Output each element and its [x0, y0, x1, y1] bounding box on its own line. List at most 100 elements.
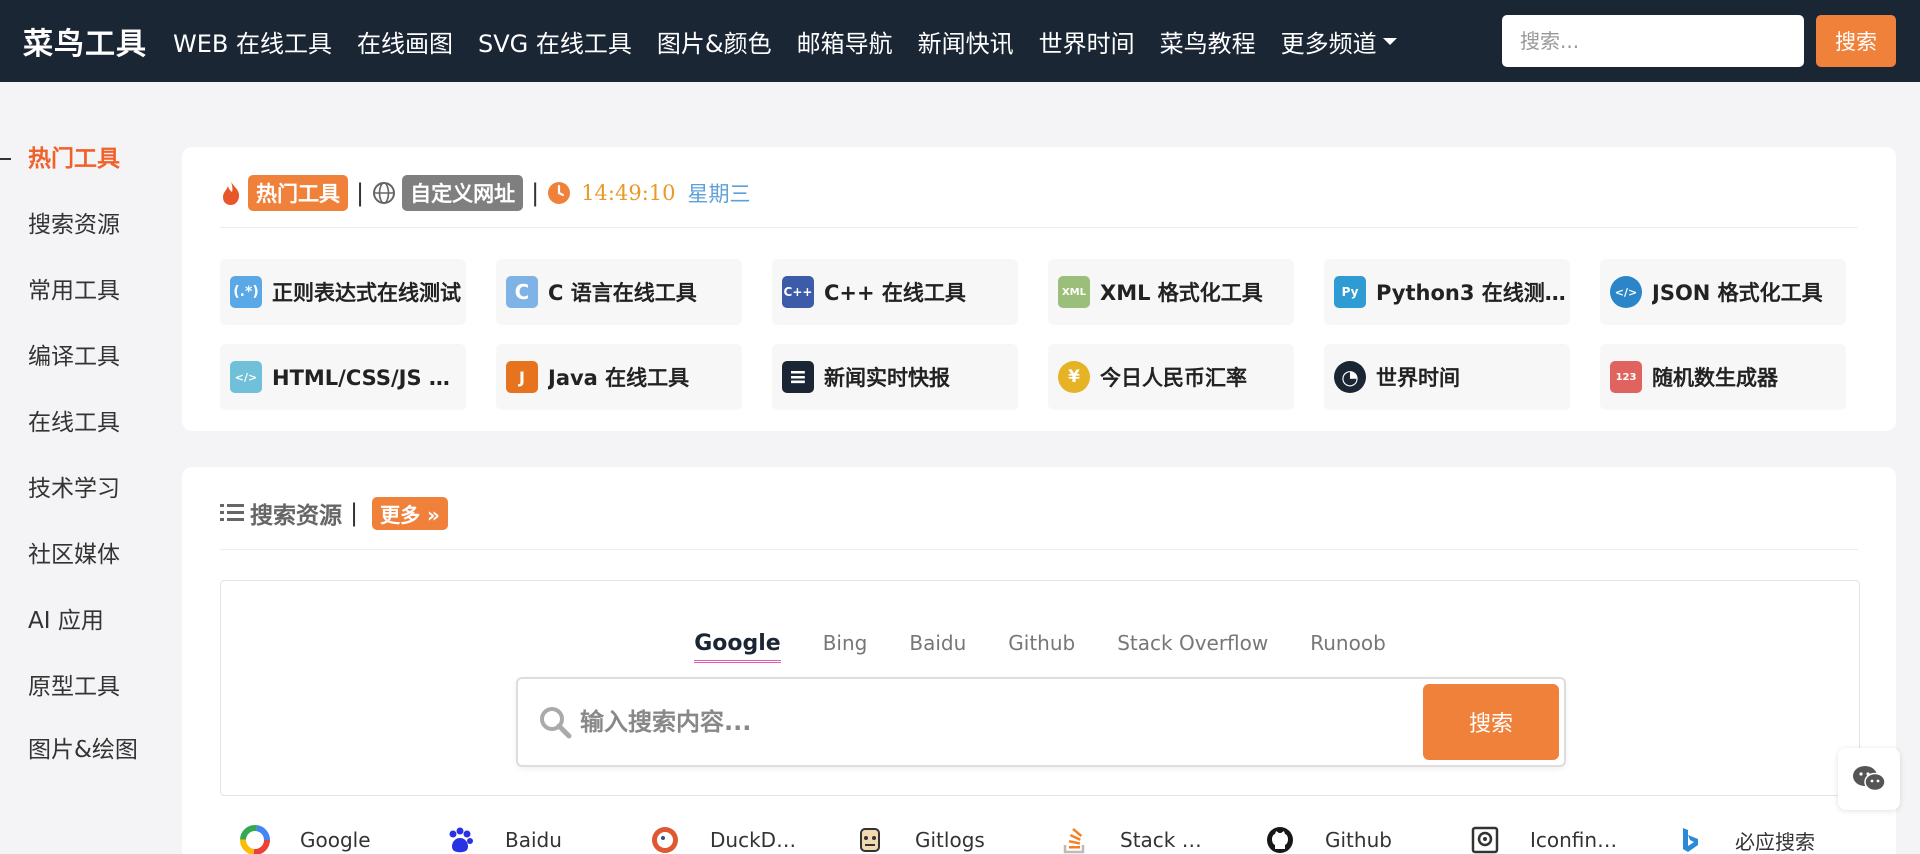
- nav-links: WEB 在线工具 在线画图 SVG 在线工具 图片&颜色 邮箱导航 新闻快讯 世…: [173, 24, 1422, 59]
- sidebar-item-compile-tools[interactable]: 编译工具: [0, 324, 150, 390]
- sidebar-item-tech-learning[interactable]: 技术学习: [0, 456, 150, 522]
- sidebar-item-image-drawing[interactable]: 图片&绘图: [0, 720, 140, 812]
- clock-icon: ◔: [1334, 361, 1366, 393]
- tool-label: JSON 格式化工具: [1652, 281, 1823, 305]
- stackoverflow-icon: [1058, 823, 1092, 854]
- tool-item[interactable]: XML XML 格式化工具: [1048, 259, 1294, 325]
- sidebar-item-common-tools[interactable]: 常用工具: [0, 258, 150, 324]
- brand-logo[interactable]: 菜鸟工具: [23, 19, 147, 63]
- globe-icon: [373, 182, 396, 204]
- engine-tab-baidu[interactable]: Baidu: [909, 631, 966, 663]
- sidebar-item-search-resources[interactable]: 搜索资源: [0, 192, 150, 258]
- nav-label: SVG 在线工具: [478, 29, 632, 58]
- engine-tab-stackoverflow[interactable]: Stack Overflow: [1117, 631, 1268, 663]
- sidebar-item-online-tools[interactable]: 在线工具: [0, 390, 150, 456]
- hot-tools-card: 热门工具 | 自定义网址 | 14:49:10 星期三 (.*) 正则表达式在线测…: [182, 147, 1896, 431]
- search-icon: [540, 707, 572, 739]
- tool-label: XML 格式化工具: [1100, 281, 1263, 305]
- nav-label: 邮箱导航: [796, 29, 893, 58]
- hot-tools-header: 热门工具 | 自定义网址 | 14:49:10 星期三: [220, 175, 751, 211]
- clock-icon: [548, 182, 571, 204]
- tool-item[interactable]: (.*) 正则表达式在线测试: [220, 259, 466, 325]
- quick-link-label: 必应搜索: [1735, 829, 1815, 854]
- engine-tab-bing[interactable]: Bing: [823, 631, 868, 663]
- top-search-button[interactable]: 搜索: [1816, 15, 1896, 67]
- java-icon: J: [506, 361, 538, 393]
- search-field: 搜索: [516, 677, 1566, 767]
- tool-item[interactable]: </> HTML/CSS/JS 在线工具: [220, 344, 466, 410]
- sidebar-item-hot-tools[interactable]: 热门工具: [0, 126, 150, 192]
- engine-tab-github[interactable]: Github: [1008, 631, 1075, 663]
- engine-tab-google[interactable]: Google: [694, 631, 781, 663]
- top-search-input[interactable]: [1502, 15, 1804, 67]
- quick-link[interactable]: Stack Overflow: [1058, 823, 1210, 854]
- nav-label: 新闻快讯: [917, 29, 1014, 58]
- tool-label: C 语言在线工具: [548, 281, 697, 305]
- quick-link[interactable]: Github: [1263, 823, 1392, 854]
- more-button[interactable]: 更多 »: [372, 496, 448, 530]
- search-button[interactable]: 搜索: [1423, 684, 1559, 760]
- current-weekday: 星期三: [687, 182, 751, 206]
- random-number-icon: 123: [1610, 361, 1642, 393]
- quick-link-label: Stack Overflow: [1120, 828, 1210, 852]
- nav-image-color[interactable]: 图片&颜色: [657, 24, 772, 59]
- quick-link[interactable]: Iconfinder: [1468, 823, 1620, 854]
- google-icon: [238, 823, 272, 854]
- caret-down-icon: [1382, 37, 1397, 45]
- nav-web-tools[interactable]: WEB 在线工具: [173, 24, 332, 59]
- quick-link[interactable]: Baidu: [443, 823, 562, 854]
- xml-icon: XML: [1058, 276, 1090, 308]
- nav-more-channels[interactable]: 更多频道: [1281, 24, 1397, 59]
- duckduckgo-icon: [648, 823, 682, 854]
- tool-item[interactable]: J Java 在线工具: [496, 344, 742, 410]
- tool-item[interactable]: ≡ 新闻实时快报: [772, 344, 1018, 410]
- bing-icon: [1673, 823, 1707, 854]
- quick-link-label: DuckDuckGo: [710, 828, 800, 852]
- nav-email-nav[interactable]: 邮箱导航: [797, 24, 893, 59]
- json-icon: </>: [1610, 276, 1642, 308]
- hot-tools-badge[interactable]: 热门工具: [248, 175, 348, 211]
- quick-link[interactable]: 必应搜索: [1673, 823, 1815, 854]
- c-lang-icon: C: [506, 276, 538, 308]
- sidebar-item-prototype-tools[interactable]: 原型工具: [0, 654, 150, 720]
- search-input[interactable]: [580, 699, 1440, 745]
- search-box-panel: Google Bing Baidu Github Stack Overflow …: [220, 580, 1860, 796]
- nav-online-drawing[interactable]: 在线画图: [357, 24, 453, 59]
- separator: |: [350, 499, 359, 527]
- nav-svg-tools[interactable]: SVG 在线工具: [478, 24, 632, 59]
- wechat-icon: [1853, 766, 1886, 792]
- tool-label: Python3 在线测试工具: [1376, 281, 1570, 305]
- engine-tab-runoob[interactable]: Runoob: [1310, 631, 1386, 663]
- tool-item[interactable]: </> JSON 格式化工具: [1600, 259, 1846, 325]
- quick-link[interactable]: Gitlogs: [853, 823, 985, 854]
- nav-label: WEB 在线工具: [173, 29, 332, 58]
- current-time: 14:49:10: [581, 181, 676, 205]
- tool-item[interactable]: Py Python3 在线测试工具: [1324, 259, 1570, 325]
- python-icon: Py: [1334, 276, 1366, 308]
- nav-runoob-tutorial[interactable]: 菜鸟教程: [1160, 24, 1256, 59]
- tool-item[interactable]: 123 随机数生成器: [1600, 344, 1846, 410]
- divider: [220, 549, 1858, 550]
- tool-label: Java 在线工具: [548, 366, 690, 390]
- quick-link[interactable]: DuckDuckGo: [648, 823, 800, 854]
- search-resources-card: 搜索资源 | 更多 » Google Bing Baidu Github Sta…: [182, 467, 1896, 854]
- quick-link[interactable]: Google: [238, 823, 371, 854]
- github-icon: [1263, 823, 1297, 854]
- nav-world-time[interactable]: 世界时间: [1039, 24, 1135, 59]
- sidebar-item-ai-apps[interactable]: AI 应用: [0, 588, 150, 654]
- tool-item[interactable]: ◔ 世界时间: [1324, 344, 1570, 410]
- tool-item[interactable]: C++ C++ 在线工具: [772, 259, 1018, 325]
- custom-url-badge[interactable]: 自定义网址: [402, 175, 524, 211]
- sidebar-item-social-media[interactable]: 社区媒体: [0, 522, 150, 588]
- cpp-icon: C++: [782, 276, 814, 308]
- wechat-float-button[interactable]: [1838, 748, 1900, 810]
- gitlogs-icon: [853, 823, 887, 854]
- quick-link-label: Gitlogs: [915, 828, 985, 852]
- nav-label: 菜鸟教程: [1159, 29, 1256, 58]
- tool-label: 随机数生成器: [1652, 366, 1778, 390]
- yuan-icon: ¥: [1058, 361, 1090, 393]
- tool-item[interactable]: C C 语言在线工具: [496, 259, 742, 325]
- iconfinder-icon: [1468, 823, 1502, 854]
- nav-news[interactable]: 新闻快讯: [918, 24, 1014, 59]
- tool-item[interactable]: ¥ 今日人民币汇率: [1048, 344, 1294, 410]
